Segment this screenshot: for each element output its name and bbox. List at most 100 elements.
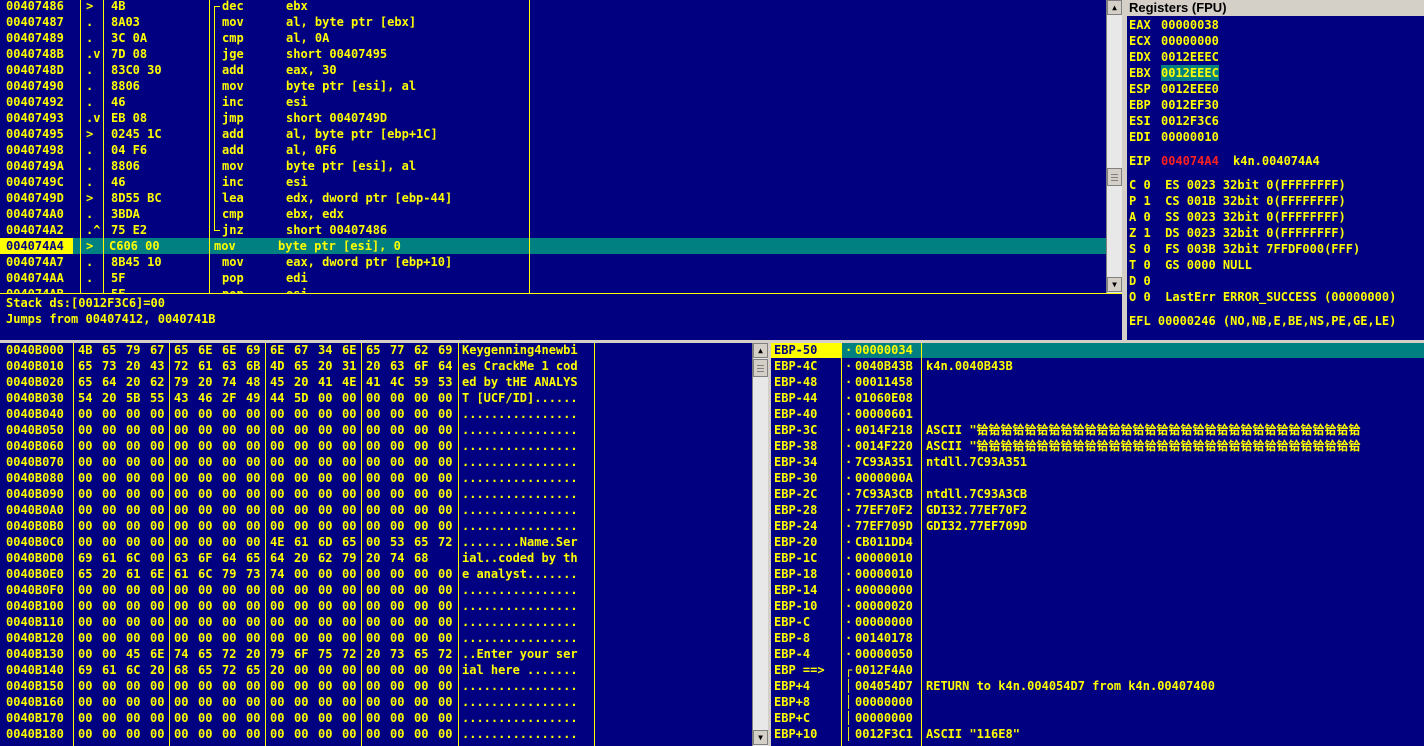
dump-byte[interactable]: 00 (102, 710, 122, 726)
dump-byte[interactable]: 44 (270, 390, 290, 406)
dump-byte[interactable]: 00 (438, 710, 458, 726)
disasm-row[interactable]: 0040749C. 46 inc esi (0, 174, 1106, 190)
dump-byte[interactable]: 00 (78, 646, 98, 662)
dump-byte[interactable]: 6E (342, 343, 362, 358)
register-value[interactable]: 00000038 (1161, 17, 1219, 33)
dump-byte[interactable]: 61 (102, 662, 122, 678)
dump-byte[interactable]: 00 (270, 710, 290, 726)
dump-byte[interactable]: 73 (246, 566, 266, 582)
dump-byte[interactable]: 62 (150, 374, 170, 390)
dump-byte[interactable]: 6E (150, 566, 170, 582)
dump-byte[interactable]: 00 (438, 438, 458, 454)
dump-byte[interactable]: 00 (366, 678, 386, 694)
dump-row[interactable]: 0040B110 00 00 00 00 00 00 00 00 00 00 00 00 00 00 00 00… (0, 614, 752, 630)
dump-byte[interactable]: 00 (294, 438, 314, 454)
dump-byte[interactable]: 00 (150, 726, 170, 742)
dump-byte[interactable]: 00 (102, 598, 122, 614)
dump-byte[interactable]: 00 (222, 598, 242, 614)
dump-row[interactable]: 0040B140 69 61 6C 20 68 65 72 65 20 00 00 00 00 00 00 00… (0, 662, 752, 678)
dump-byte[interactable]: 61 (126, 566, 146, 582)
dump-byte[interactable]: 00 (270, 726, 290, 742)
stack-value[interactable]: 00000601 (855, 406, 921, 422)
dump-byte[interactable]: 00 (126, 726, 146, 742)
disasm-row[interactable]: 0040748B .v 7D 08 jge short 00407495 (0, 46, 1106, 62)
dump-byte[interactable]: 00 (414, 454, 434, 470)
dump-byte[interactable]: 00 (174, 614, 194, 630)
register-row[interactable]: EBP 0012EF30 (1129, 97, 1424, 113)
dump-row[interactable]: 0040B000 4B 65 79 67 65 6E 6E 69 6E 67 34 6E 65 77 62 69… (0, 343, 752, 358)
dump-byte[interactable]: 00 (294, 454, 314, 470)
register-value[interactable]: 0012EEEC (1161, 65, 1219, 81)
dump-byte[interactable]: 00 (78, 678, 98, 694)
dump-byte[interactable]: 00 (318, 598, 338, 614)
dump-byte[interactable]: 41 (318, 374, 338, 390)
dump-byte[interactable]: 00 (102, 438, 122, 454)
dump-byte[interactable]: 00 (246, 502, 266, 518)
disasm-row[interactable]: 00407490. 8806 mov byte ptr [esi], al (0, 78, 1106, 94)
disasm-row[interactable]: 004074A7. 8B45 10 mov eax, dword ptr [ebp+1… (0, 254, 1106, 270)
dump-byte[interactable]: 00 (438, 454, 458, 470)
dump-byte[interactable]: 00 (198, 630, 218, 646)
stack-value[interactable]: CB011DD4 (855, 534, 921, 550)
dump-byte[interactable]: 00 (198, 406, 218, 422)
stack-value[interactable]: 00000000 (855, 582, 921, 598)
dump-byte[interactable]: 00 (390, 694, 410, 710)
dump-byte[interactable]: 00 (414, 390, 434, 406)
dump-byte[interactable]: 75 (318, 646, 338, 662)
register-value[interactable]: 004074A4 (1161, 153, 1219, 169)
dump-byte[interactable]: 00 (342, 726, 362, 742)
dump-byte[interactable]: 00 (318, 470, 338, 486)
dump-byte[interactable]: 4D (270, 358, 290, 374)
dump-byte[interactable]: 00 (342, 630, 362, 646)
dump-byte[interactable]: 00 (294, 598, 314, 614)
dump-byte[interactable]: 00 (414, 470, 434, 486)
dump-byte[interactable]: 65 (198, 662, 218, 678)
dump-byte[interactable]: 4C (390, 374, 410, 390)
dump-byte[interactable]: 00 (246, 422, 266, 438)
dump-byte[interactable]: 6F (414, 358, 434, 374)
dump-byte[interactable]: 00 (78, 582, 98, 598)
dump-byte[interactable]: 00 (414, 406, 434, 422)
dump-byte[interactable]: 00 (150, 534, 170, 550)
dump-byte[interactable]: 65 (78, 566, 98, 582)
dump-byte[interactable]: 00 (414, 422, 434, 438)
dump-byte[interactable]: 45 (126, 646, 146, 662)
dump-row[interactable]: 0040B070 00 00 00 00 00 00 00 00 00 00 00 00 00 00 00 00… (0, 454, 752, 470)
dump-byte[interactable]: 61 (198, 358, 218, 374)
dump-byte[interactable]: 00 (270, 518, 290, 534)
dump-byte[interactable]: 00 (318, 694, 338, 710)
dump-byte[interactable]: 00 (102, 630, 122, 646)
dump-byte[interactable]: 00 (294, 614, 314, 630)
dump-byte[interactable]: 00 (342, 566, 362, 582)
stack-value[interactable]: 00000010 (855, 550, 921, 566)
dump-byte[interactable]: 00 (150, 550, 170, 566)
dump-byte[interactable]: 00 (126, 422, 146, 438)
dump-byte[interactable]: 00 (270, 406, 290, 422)
dump-byte[interactable]: 59 (414, 374, 434, 390)
dump-byte[interactable]: 00 (102, 726, 122, 742)
dump-byte[interactable]: 00 (438, 582, 458, 598)
dump-byte[interactable]: 00 (198, 438, 218, 454)
dump-byte[interactable]: 00 (366, 662, 386, 678)
dump-byte[interactable]: 65 (174, 343, 194, 358)
registers-title[interactable]: Registers (FPU) (1127, 0, 1424, 16)
dump-byte[interactable]: 00 (222, 470, 242, 486)
stack-value[interactable]: 7C93A3CB (855, 486, 921, 502)
dump-byte[interactable]: 55 (150, 390, 170, 406)
dump-byte[interactable]: 65 (246, 550, 266, 566)
dump-byte[interactable]: 00 (438, 726, 458, 742)
dump-byte[interactable]: 00 (294, 662, 314, 678)
dump-row[interactable]: 0040B030 54 20 5B 55 43 46 2F 49 44 5D 00 00 00 00 00 00… (0, 390, 752, 406)
dump-byte[interactable]: 00 (414, 710, 434, 726)
dump-byte[interactable]: 00 (78, 614, 98, 630)
dump-byte[interactable]: 00 (438, 566, 458, 582)
dump-byte[interactable]: 00 (102, 582, 122, 598)
scroll-down-arrow-icon[interactable]: ▼ (1107, 277, 1122, 292)
register-row[interactable]: ESP 0012EEE0 (1129, 81, 1424, 97)
stack-row[interactable]: EBP-24 · 77EF709D GDI32.77EF709D (771, 518, 1424, 534)
dump-byte[interactable]: 00 (414, 630, 434, 646)
dump-byte[interactable]: 54 (78, 390, 98, 406)
dump-byte[interactable]: 00 (390, 582, 410, 598)
dump-byte[interactable]: 79 (222, 566, 242, 582)
stack-row[interactable]: EBP+4 │ 004054D7 RETURN to k4n.004054D7 fro… (771, 678, 1424, 694)
